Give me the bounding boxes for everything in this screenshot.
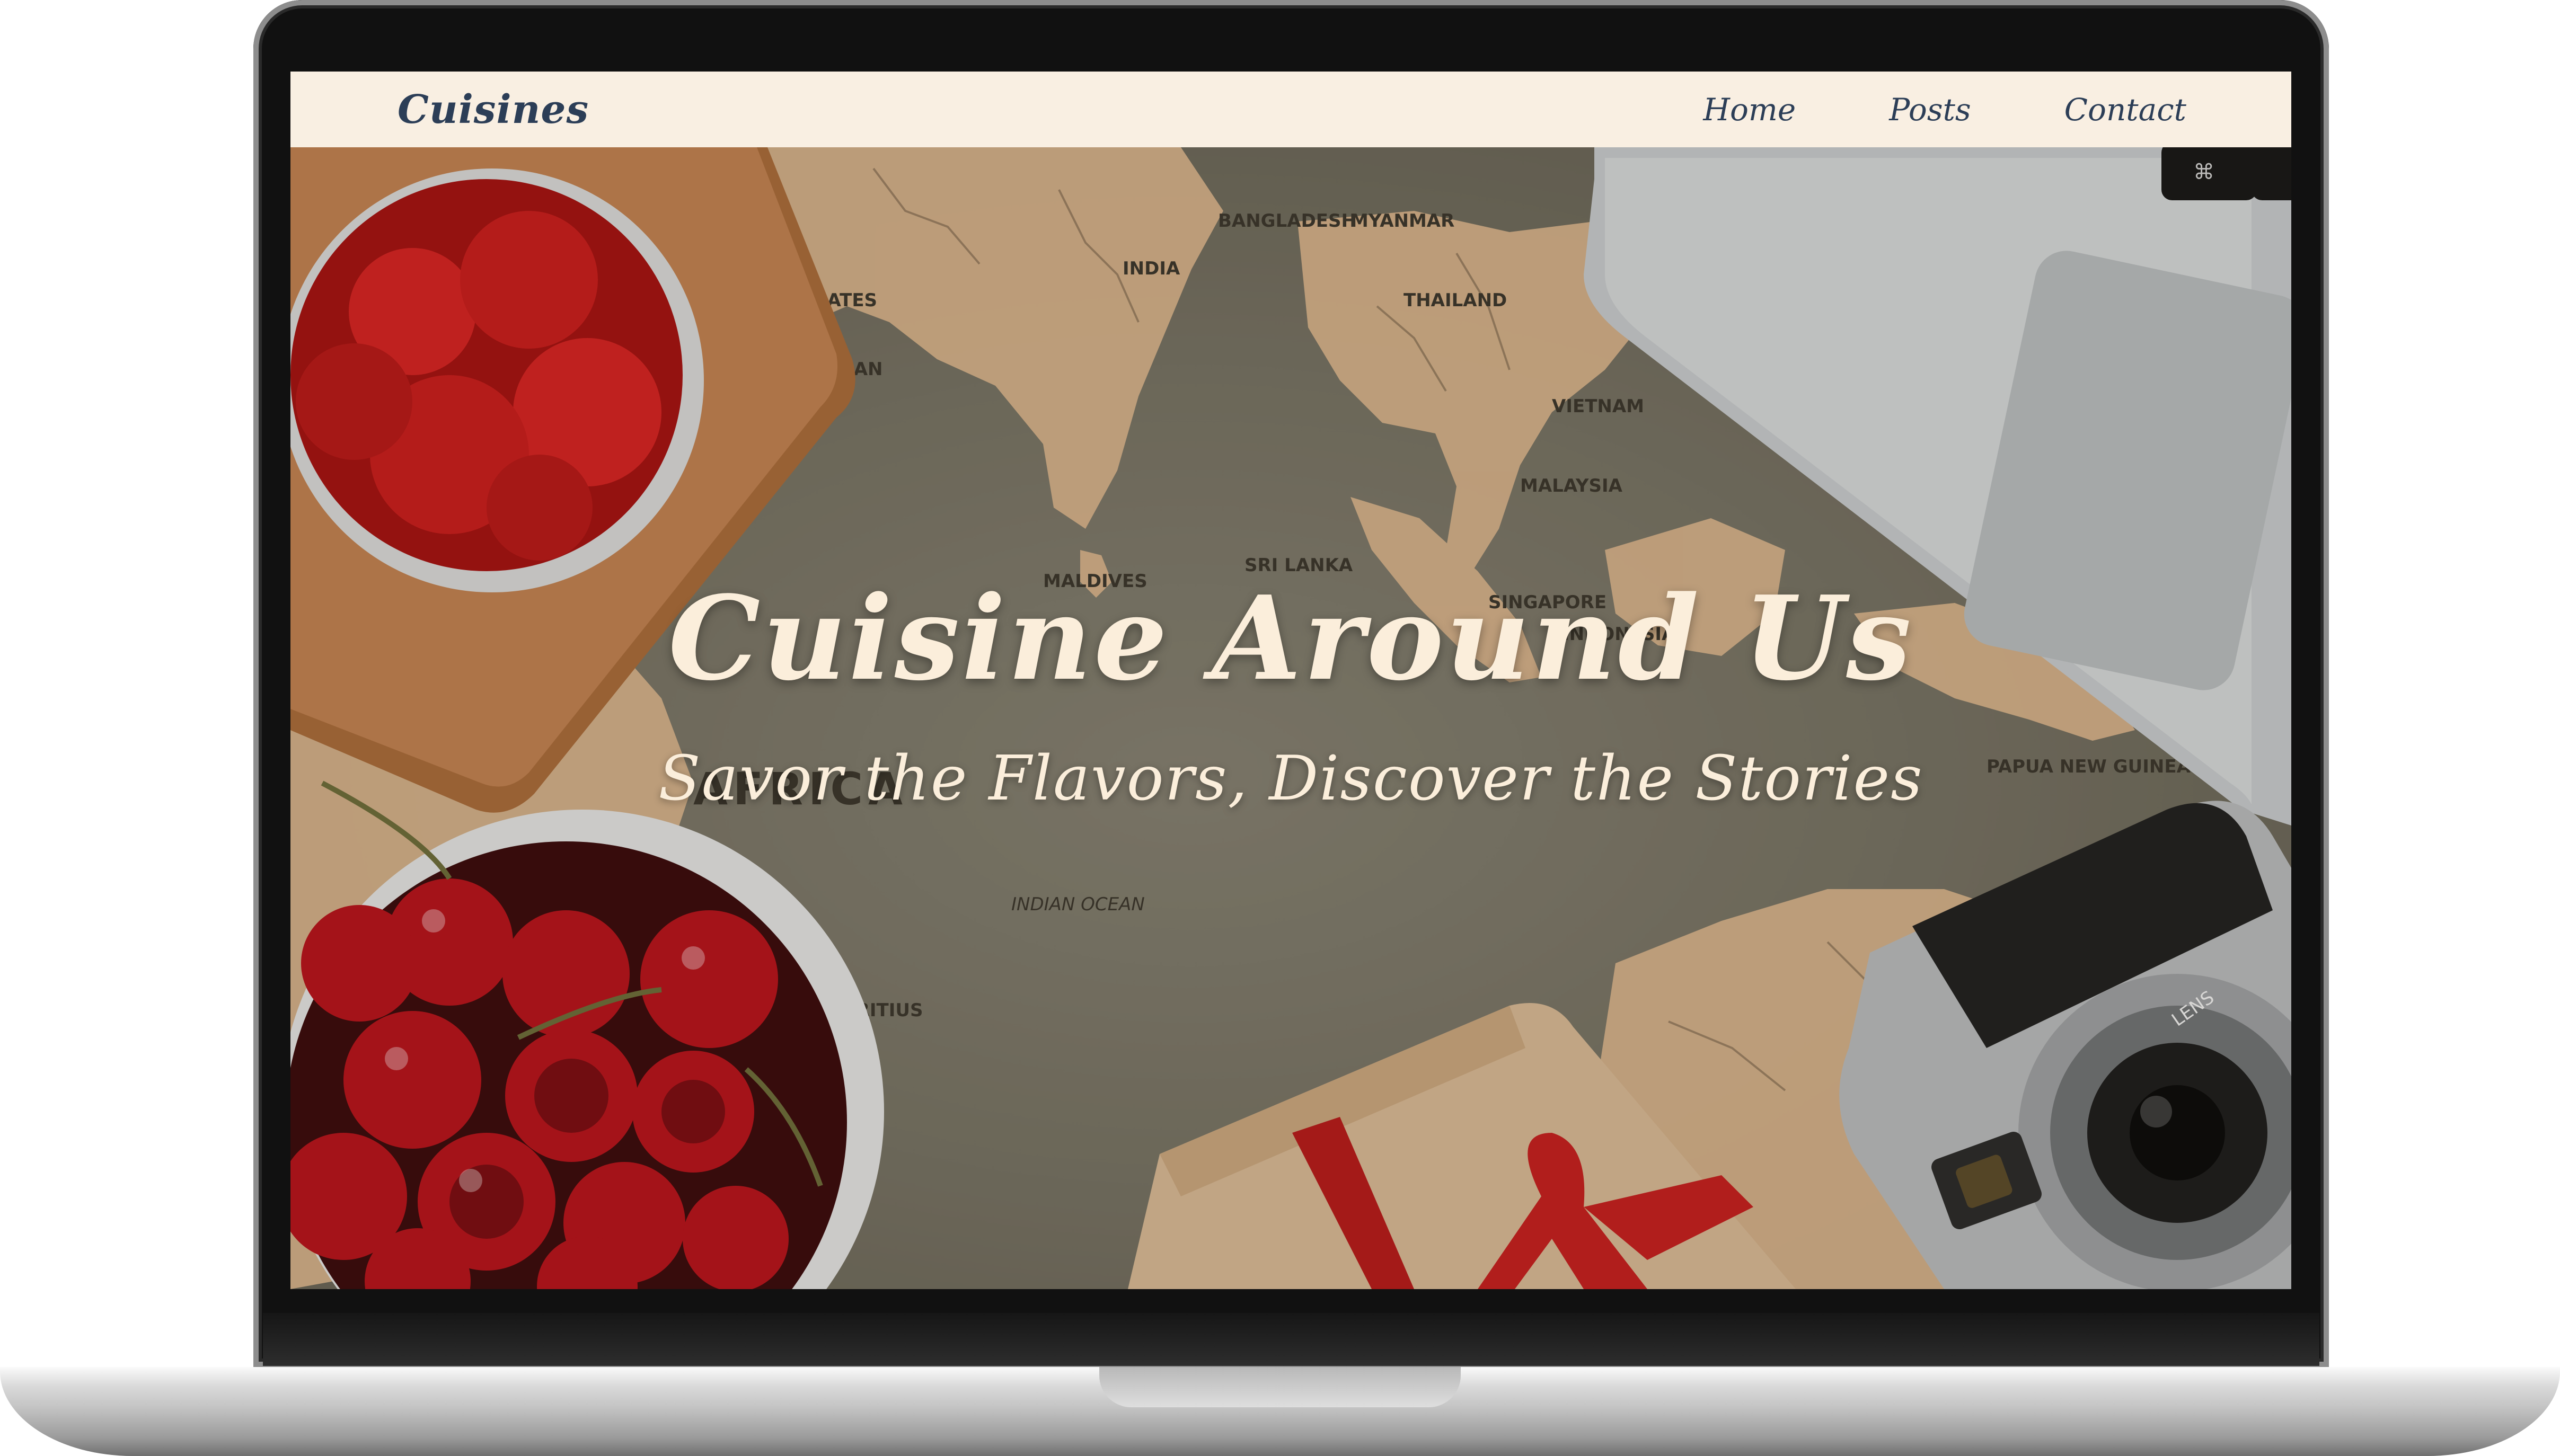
hero-background-image: INDIA BANGLADESH MYANMAR THAILAND VIETNA… xyxy=(290,147,2291,1289)
hero-section: INDIA BANGLADESH MYANMAR THAILAND VIETNA… xyxy=(290,147,2291,1289)
nav-link-posts[interactable]: Posts xyxy=(1889,92,1971,128)
nav-links: Home Posts Contact xyxy=(1703,72,2186,147)
hero-title: Cuisine Around Us xyxy=(668,571,1914,706)
navbar: Cuisines Home Posts Contact xyxy=(290,72,2291,147)
laptop-screen: Cuisines Home Posts Contact Cuisine Arou… xyxy=(290,72,2291,1289)
nav-link-contact[interactable]: Contact xyxy=(2064,92,2186,128)
stage: Cuisines Home Posts Contact Cuisine Arou… xyxy=(0,0,2560,1456)
laptop-notch xyxy=(1099,1367,1461,1407)
laptop-bezel-bottom xyxy=(263,1313,2319,1366)
brand-logo[interactable]: Cuisines xyxy=(398,72,589,147)
nav-link-home[interactable]: Home xyxy=(1703,92,1796,128)
hero-subtitle: Savor the Flavors, Discover the Stories xyxy=(658,743,1923,814)
